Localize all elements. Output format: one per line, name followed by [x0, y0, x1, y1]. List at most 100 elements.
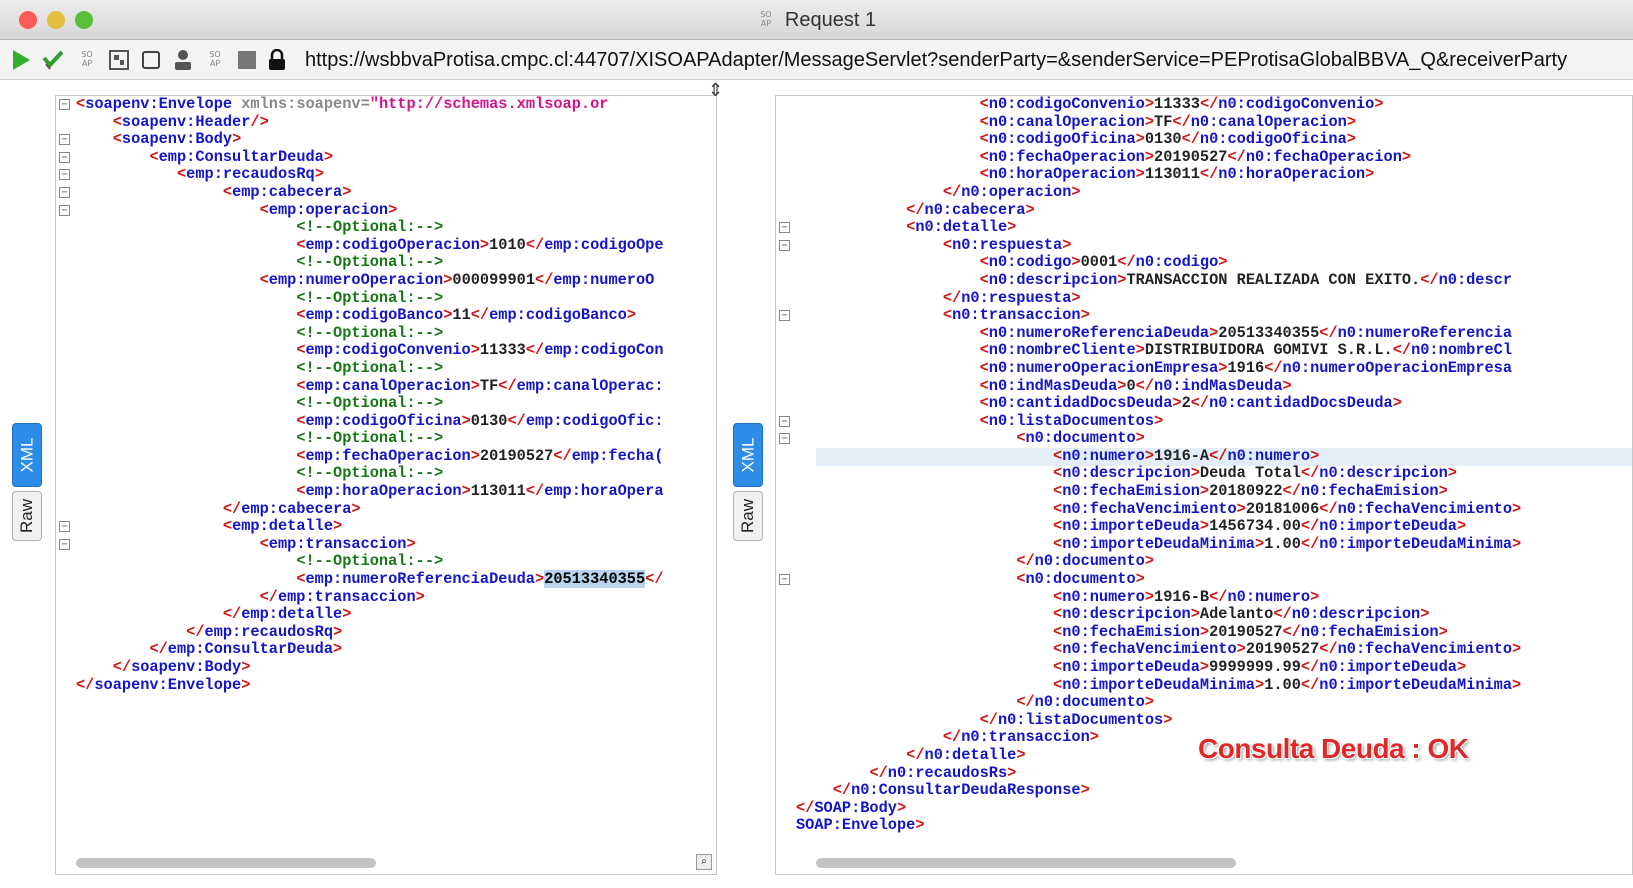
fold-toggle-icon[interactable]: −: [59, 204, 70, 216]
xml-line[interactable]: SOAP:Envelope>: [796, 817, 1632, 835]
xml-line[interactable]: <n0:fechaVencimiento>20181006</n0:fechaV…: [796, 500, 1632, 519]
xml-line[interactable]: − <emp:detalle>: [59, 517, 716, 536]
xml-line[interactable]: <n0:fechaOperacion>20190527</n0:fechaOpe…: [796, 148, 1632, 167]
xml-line[interactable]: − <soapenv:Envelope xmlns:soapenv="http:/…: [59, 96, 716, 114]
request-xml-code[interactable]: − <soapenv:Envelope xmlns:soapenv="http:/…: [59, 96, 716, 695]
square-icon[interactable]: [140, 48, 162, 72]
submit-check-icon[interactable]: [42, 48, 64, 72]
xml-line[interactable]: <n0:importeDeuda>9999999.99</n0:importeD…: [796, 658, 1632, 677]
fold-toggle-icon[interactable]: −: [779, 310, 790, 322]
endpoint-url-field[interactable]: https://wsbbvaProtisa.cmpc.cl:44707/XISO…: [305, 44, 1630, 76]
soap-icon[interactable]: SO AP: [76, 48, 98, 72]
xml-line[interactable]: <n0:descripcion>TRANSACCION REALIZADA CO…: [796, 271, 1632, 290]
xml-line[interactable]: <n0:fechaEmision>20190527</n0:fechaEmisi…: [796, 623, 1632, 642]
xml-line[interactable]: <n0:fechaVencimiento>20190527</n0:fechaV…: [796, 641, 1632, 659]
xml-line[interactable]: − <emp:ConsultarDeuda>: [59, 148, 716, 167]
xml-line[interactable]: − <emp:operacion>: [59, 201, 716, 220]
xml-line[interactable]: <n0:codigoConvenio>11333</n0:codigoConve…: [796, 96, 1632, 114]
xml-line[interactable]: <emp:codigoOficina>0130</emp:codigoOfic:: [76, 412, 716, 431]
xml-line[interactable]: <n0:numero>1916-A</n0:numero>: [796, 447, 1632, 466]
xml-line[interactable]: − <n0:documento>: [779, 429, 1632, 448]
xml-line[interactable]: − <soapenv:Body>: [59, 130, 716, 149]
xml-line[interactable]: <n0:indMasDeuda>0</n0:indMasDeuda>: [796, 377, 1632, 396]
xml-line[interactable]: − <emp:cabecera>: [59, 183, 716, 202]
xml-line[interactable]: <n0:descripcion>Deuda Total</n0:descripc…: [796, 465, 1632, 483]
fold-toggle-icon[interactable]: −: [59, 186, 70, 198]
xml-line[interactable]: <n0:importeDeudaMinima>1.00</n0:importeD…: [796, 535, 1632, 554]
grid-icon[interactable]: [108, 48, 130, 72]
play-icon[interactable]: [10, 48, 32, 72]
xml-line[interactable]: − <emp:recaudosRq>: [59, 166, 716, 184]
xml-line[interactable]: − <emp:transaccion>: [59, 535, 716, 554]
search-icon[interactable]: ⌕: [696, 854, 712, 870]
xml-line[interactable]: <!--Optional:-->: [76, 394, 716, 413]
soap-icon-2[interactable]: SO AP: [204, 48, 226, 72]
xml-line[interactable]: − <n0:listaDocumentos>: [779, 412, 1632, 431]
xml-line[interactable]: <n0:importeDeuda>1456734.00</n0:importeD…: [796, 517, 1632, 536]
xml-line[interactable]: <!--Optional:-->: [76, 465, 716, 483]
xml-line[interactable]: <emp:fechaOperacion>20190527</emp:fecha(: [76, 447, 716, 466]
xml-line[interactable]: <emp:codigoOperacion>1010</emp:codigoOpe: [76, 236, 716, 255]
panel-resize-arrows-icon[interactable]: ⇕: [708, 80, 723, 101]
xml-line[interactable]: <n0:codigo>0001</n0:codigo>: [796, 254, 1632, 272]
xml-line[interactable]: </n0:documento>: [796, 693, 1632, 712]
fold-toggle-icon[interactable]: −: [59, 521, 70, 533]
xml-line[interactable]: </soapenv:Body>: [76, 658, 716, 677]
user-icon[interactable]: [172, 48, 194, 72]
xml-line[interactable]: <n0:importeDeudaMinima>1.00</n0:importeD…: [796, 676, 1632, 695]
xml-line[interactable]: <emp:numeroReferenciaDeuda>20513340355</: [76, 570, 716, 589]
xml-line[interactable]: </n0:listaDocumentos>: [796, 711, 1632, 730]
fold-toggle-icon[interactable]: −: [59, 169, 70, 181]
xml-line[interactable]: <n0:numeroReferenciaDeuda>20513340355</n…: [796, 324, 1632, 343]
request-xml-editor[interactable]: − <soapenv:Envelope xmlns:soapenv="http:/…: [55, 95, 717, 875]
xml-line[interactable]: <!--Optional:-->: [76, 553, 716, 571]
fold-toggle-icon[interactable]: −: [59, 151, 70, 163]
xml-line[interactable]: − <n0:transaccion>: [779, 306, 1632, 325]
xml-line[interactable]: <n0:fechaEmision>20180922</n0:fechaEmisi…: [796, 482, 1632, 501]
xml-line[interactable]: </soapenv:Envelope>: [76, 676, 716, 695]
xml-line[interactable]: </emp:transaccion>: [76, 588, 716, 607]
fold-toggle-icon[interactable]: −: [779, 239, 790, 251]
xml-line[interactable]: <n0:cantidadDocsDeuda>2</n0:cantidadDocs…: [796, 394, 1632, 413]
tab-raw[interactable]: Raw: [12, 491, 42, 541]
xml-line[interactable]: <emp:horaOperacion>113011</emp:horaOpera: [76, 482, 716, 501]
request-horizontal-scrollbar[interactable]: [76, 858, 376, 868]
fold-toggle-icon[interactable]: −: [779, 574, 790, 586]
xml-line[interactable]: </n0:documento>: [796, 553, 1632, 571]
response-xml-code[interactable]: <n0:codigoConvenio>11333</n0:codigoConve…: [779, 96, 1632, 835]
xml-line[interactable]: </n0:respuesta>: [796, 289, 1632, 308]
xml-line[interactable]: <n0:codigoOficina>0130</n0:codigoOficina…: [796, 130, 1632, 149]
lock-icon[interactable]: [266, 48, 288, 72]
xml-line[interactable]: </n0:cabecera>: [796, 201, 1632, 220]
xml-line[interactable]: <!--Optional:-->: [76, 324, 716, 343]
xml-line[interactable]: <n0:numeroOperacionEmpresa>1916</n0:nume…: [796, 359, 1632, 378]
tab-raw[interactable]: Raw: [733, 491, 763, 541]
xml-line[interactable]: − <n0:respuesta>: [779, 236, 1632, 255]
xml-line[interactable]: − <n0:documento>: [779, 570, 1632, 589]
response-horizontal-scrollbar[interactable]: [816, 858, 1236, 868]
xml-line[interactable]: </SOAP:Body>: [796, 799, 1632, 818]
xml-line[interactable]: <!--Optional:-->: [76, 289, 716, 308]
fold-toggle-icon[interactable]: −: [59, 134, 70, 146]
xml-line[interactable]: <n0:canalOperacion>TF</n0:canalOperacion…: [796, 113, 1632, 132]
xml-line[interactable]: </n0:recaudosRs>: [796, 764, 1632, 783]
fold-toggle-icon[interactable]: −: [779, 433, 790, 445]
xml-line[interactable]: </emp:cabecera>: [76, 500, 716, 519]
xml-line[interactable]: <!--Optional:-->: [76, 218, 716, 237]
xml-line[interactable]: </emp:detalle>: [76, 605, 716, 624]
fold-toggle-icon[interactable]: −: [59, 99, 70, 110]
fold-toggle-icon[interactable]: −: [779, 415, 790, 427]
xml-line[interactable]: </emp:ConsultarDeuda>: [76, 641, 716, 659]
xml-line[interactable]: <n0:horaOperacion>113011</n0:horaOperaci…: [796, 166, 1632, 184]
xml-line[interactable]: <emp:numeroOperacion>000099901</emp:nume…: [76, 271, 716, 290]
xml-line[interactable]: </emp:recaudosRq>: [76, 623, 716, 642]
xml-line[interactable]: <emp:codigoBanco>11</emp:codigoBanco>: [76, 306, 716, 325]
fold-toggle-icon[interactable]: −: [779, 222, 790, 234]
xml-line[interactable]: <!--Optional:-->: [76, 429, 716, 448]
xml-line[interactable]: <!--Optional:-->: [76, 254, 716, 272]
xml-line[interactable]: <n0:numero>1916-B</n0:numero>: [796, 588, 1632, 607]
tab-xml[interactable]: XML: [733, 423, 763, 487]
xml-line[interactable]: − <n0:detalle>: [779, 218, 1632, 237]
xml-line[interactable]: <emp:codigoConvenio>11333</emp:codigoCon: [76, 342, 716, 360]
xml-line[interactable]: <soapenv:Header/>: [76, 113, 716, 132]
